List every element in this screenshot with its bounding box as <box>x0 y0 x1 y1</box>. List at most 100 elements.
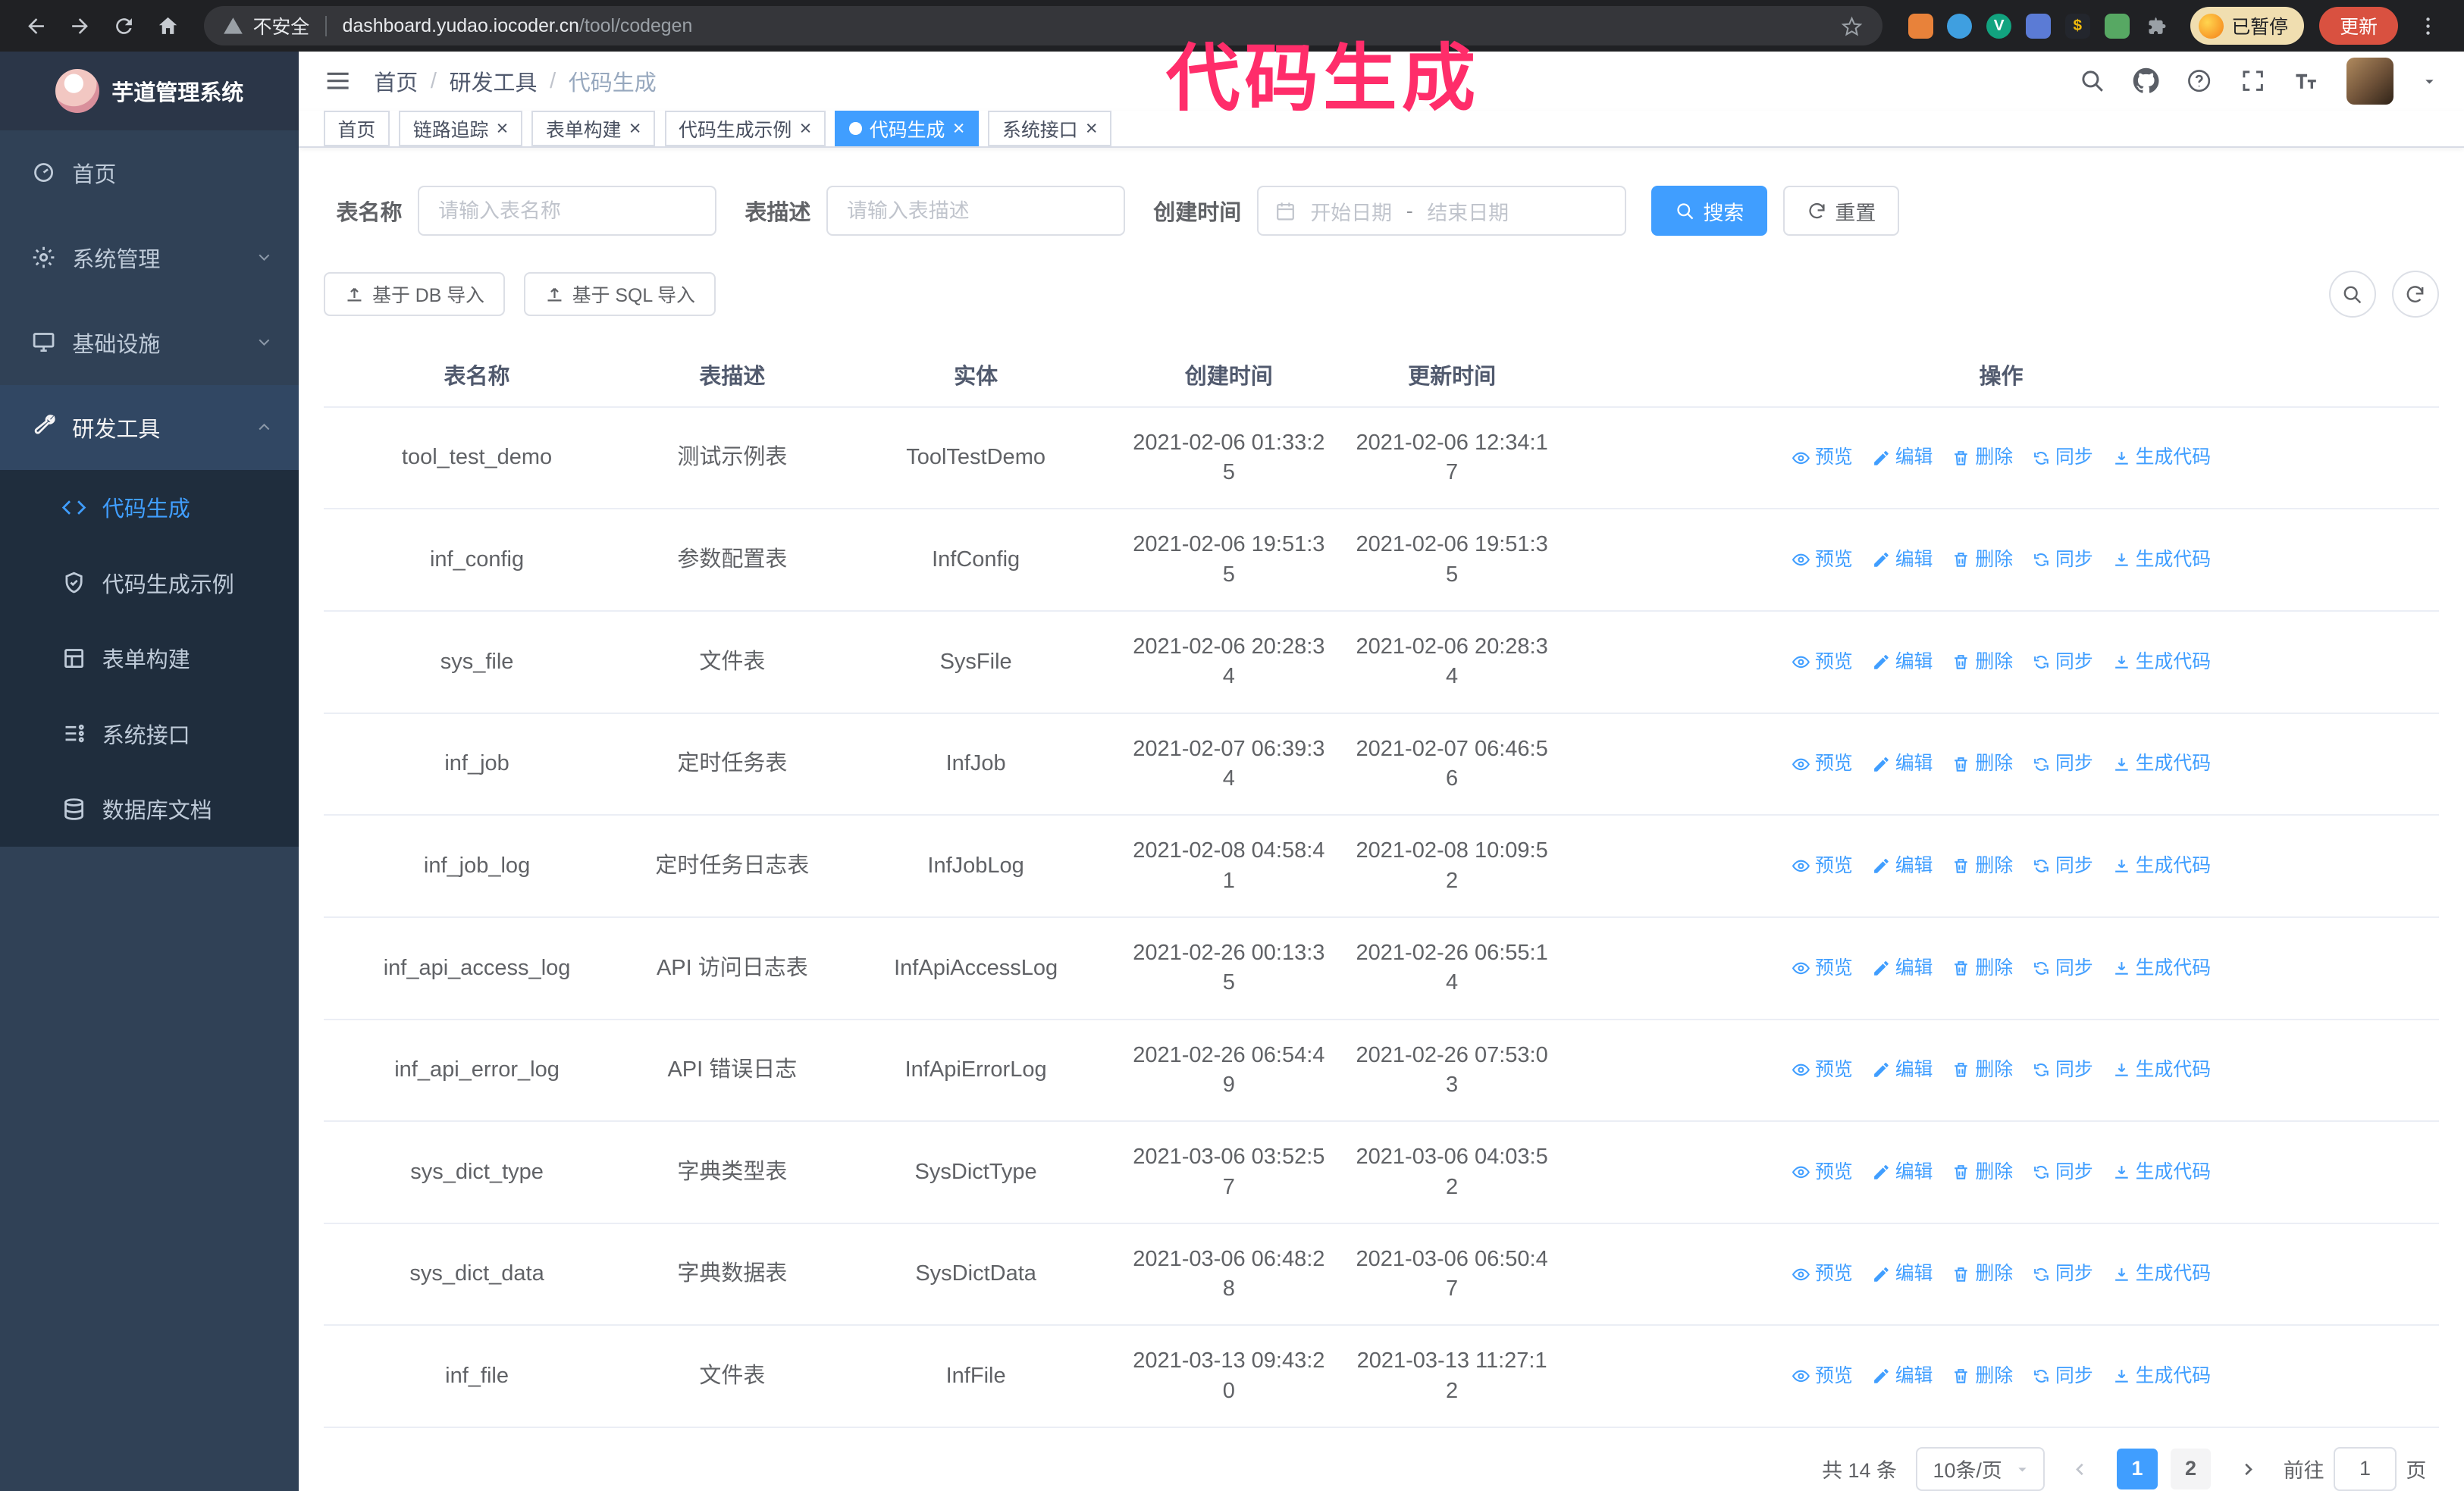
tab-form-builder[interactable]: 表单构建 × <box>531 110 656 147</box>
edit-link[interactable]: 编辑 <box>1872 647 1933 677</box>
delete-link[interactable]: 删除 <box>1951 1055 2013 1085</box>
delete-link[interactable]: 删除 <box>1951 1259 2013 1289</box>
sync-link[interactable]: 同步 <box>2032 1259 2093 1289</box>
toggle-search-button[interactable] <box>2328 271 2376 318</box>
delete-link[interactable]: 删除 <box>1951 1361 2013 1391</box>
create-time-range-picker[interactable]: 开始日期 - 结束日期 <box>1256 186 1627 236</box>
tab-close-icon[interactable]: × <box>1086 118 1098 139</box>
breadcrumb-item[interactable]: 首页 <box>374 65 418 97</box>
sidebar-subitem-form-builder[interactable]: 表单构建 <box>0 621 299 696</box>
caret-down-icon[interactable] <box>2420 72 2439 91</box>
sidebar-item-infra[interactable]: 基础设施 <box>0 300 299 385</box>
sync-link[interactable]: 同步 <box>2032 1361 2093 1391</box>
question-icon[interactable] <box>2186 67 2212 94</box>
sync-link[interactable]: 同步 <box>2032 851 2093 881</box>
preview-link[interactable]: 预览 <box>1792 1055 1853 1085</box>
edit-link[interactable]: 编辑 <box>1872 443 1933 472</box>
delete-link[interactable]: 删除 <box>1951 1157 2013 1187</box>
sync-link[interactable]: 同步 <box>2032 545 2093 575</box>
delete-link[interactable]: 删除 <box>1951 851 2013 881</box>
import-db-button[interactable]: 基于 DB 导入 <box>323 272 505 317</box>
github-icon[interactable] <box>2133 67 2159 94</box>
sidebar-item-system[interactable]: 系统管理 <box>0 215 299 300</box>
table-desc-input[interactable] <box>826 186 1125 236</box>
address-bar[interactable]: 不安全 dashboard.yudao.iocoder.cn/tool/code… <box>204 6 1883 46</box>
page-number-2[interactable]: 2 <box>2170 1449 2212 1489</box>
tab-home[interactable]: 首页 <box>323 110 390 147</box>
bookmark-star-icon[interactable] <box>1840 14 1864 38</box>
preview-link[interactable]: 预览 <box>1792 1157 1853 1187</box>
table-name-input[interactable] <box>418 186 717 236</box>
tab-tracer[interactable]: 链路追踪 × <box>399 110 522 147</box>
preview-link[interactable]: 预览 <box>1792 954 1853 983</box>
edit-link[interactable]: 编辑 <box>1872 749 1933 778</box>
next-page-button[interactable] <box>2230 1452 2265 1486</box>
generate-code-link[interactable]: 生成代码 <box>2112 545 2211 575</box>
delete-link[interactable]: 删除 <box>1951 647 2013 677</box>
sidebar-subitem-db-doc[interactable]: 数据库文档 <box>0 772 299 847</box>
preview-link[interactable]: 预览 <box>1792 1259 1853 1289</box>
wallet-extension-icon[interactable]: $ <box>2064 13 2090 39</box>
preview-link[interactable]: 预览 <box>1792 443 1853 472</box>
tab-codegen-example[interactable]: 代码生成示例 × <box>664 110 826 147</box>
browser-home-button[interactable] <box>148 5 189 46</box>
generate-code-link[interactable]: 生成代码 <box>2112 647 2211 677</box>
chrome-update-button[interactable]: 更新 <box>2319 7 2398 45</box>
tab-close-icon[interactable]: × <box>497 118 509 139</box>
breadcrumb-item[interactable]: 研发工具 <box>450 65 538 97</box>
generate-code-link[interactable]: 生成代码 <box>2112 1361 2211 1391</box>
generate-code-link[interactable]: 生成代码 <box>2112 1055 2211 1085</box>
preview-link[interactable]: 预览 <box>1792 545 1853 575</box>
preview-link[interactable]: 预览 <box>1792 749 1853 778</box>
generate-code-link[interactable]: 生成代码 <box>2112 954 2211 983</box>
edit-link[interactable]: 编辑 <box>1872 1157 1933 1187</box>
tab-close-icon[interactable]: × <box>629 118 641 139</box>
edit-link[interactable]: 编辑 <box>1872 1361 1933 1391</box>
delete-link[interactable]: 删除 <box>1951 749 2013 778</box>
prev-page-button[interactable] <box>2064 1452 2099 1486</box>
delete-link[interactable]: 删除 <box>1951 443 2013 472</box>
tab-close-icon[interactable]: × <box>800 118 812 139</box>
fontsize-icon[interactable] <box>2293 67 2319 94</box>
edit-link[interactable]: 编辑 <box>1872 1055 1933 1085</box>
sync-link[interactable]: 同步 <box>2032 749 2093 778</box>
sidebar-collapse-icon[interactable] <box>324 67 352 95</box>
search-icon[interactable] <box>2079 67 2105 94</box>
sync-link[interactable]: 同步 <box>2032 443 2093 472</box>
browser-menu-button[interactable] <box>2407 5 2448 46</box>
app-logo[interactable]: 芋道管理系统 <box>0 52 299 131</box>
sync-link[interactable]: 同步 <box>2032 1055 2093 1085</box>
preview-link[interactable]: 预览 <box>1792 1361 1853 1391</box>
generate-code-link[interactable]: 生成代码 <box>2112 443 2211 472</box>
import-sql-button[interactable]: 基于 SQL 导入 <box>523 272 716 317</box>
goto-page-input[interactable] <box>2333 1446 2397 1491</box>
edit-link[interactable]: 编辑 <box>1872 954 1933 983</box>
sidebar-item-home[interactable]: 首页 <box>0 130 299 215</box>
profile-paused-badge[interactable]: 已暂停 <box>2190 7 2304 45</box>
generate-code-link[interactable]: 生成代码 <box>2112 1157 2211 1187</box>
fullscreen-icon[interactable] <box>2240 67 2266 94</box>
browser-reload-button[interactable] <box>104 5 145 46</box>
checker-extension-icon[interactable]: V <box>1986 13 2012 39</box>
people-extension-icon[interactable] <box>2025 13 2052 39</box>
generate-code-link[interactable]: 生成代码 <box>2112 749 2211 778</box>
sidebar-subitem-codegen-example[interactable]: 代码生成示例 <box>0 545 299 620</box>
search-button[interactable]: 搜索 <box>1651 186 1768 236</box>
tab-codegen[interactable]: 代码生成 × <box>835 110 980 147</box>
edit-link[interactable]: 编辑 <box>1872 1259 1933 1289</box>
sidebar-item-devtools[interactable]: 研发工具 <box>0 384 299 470</box>
tab-close-icon[interactable]: × <box>953 118 965 139</box>
sidebar-subitem-codegen[interactable]: 代码生成 <box>0 470 299 545</box>
delete-link[interactable]: 删除 <box>1951 954 2013 983</box>
sync-link[interactable]: 同步 <box>2032 647 2093 677</box>
browser-forward-button[interactable] <box>60 5 101 46</box>
delete-link[interactable]: 删除 <box>1951 545 2013 575</box>
browser-back-button[interactable] <box>16 5 57 46</box>
reset-button[interactable]: 重置 <box>1783 186 1900 236</box>
sync-link[interactable]: 同步 <box>2032 954 2093 983</box>
preview-link[interactable]: 预览 <box>1792 647 1853 677</box>
tab-api[interactable]: 系统接口 × <box>988 110 1112 147</box>
generate-code-link[interactable]: 生成代码 <box>2112 851 2211 881</box>
extensions-puzzle-icon[interactable] <box>2143 14 2168 39</box>
nature-extension-icon[interactable] <box>2104 13 2130 39</box>
